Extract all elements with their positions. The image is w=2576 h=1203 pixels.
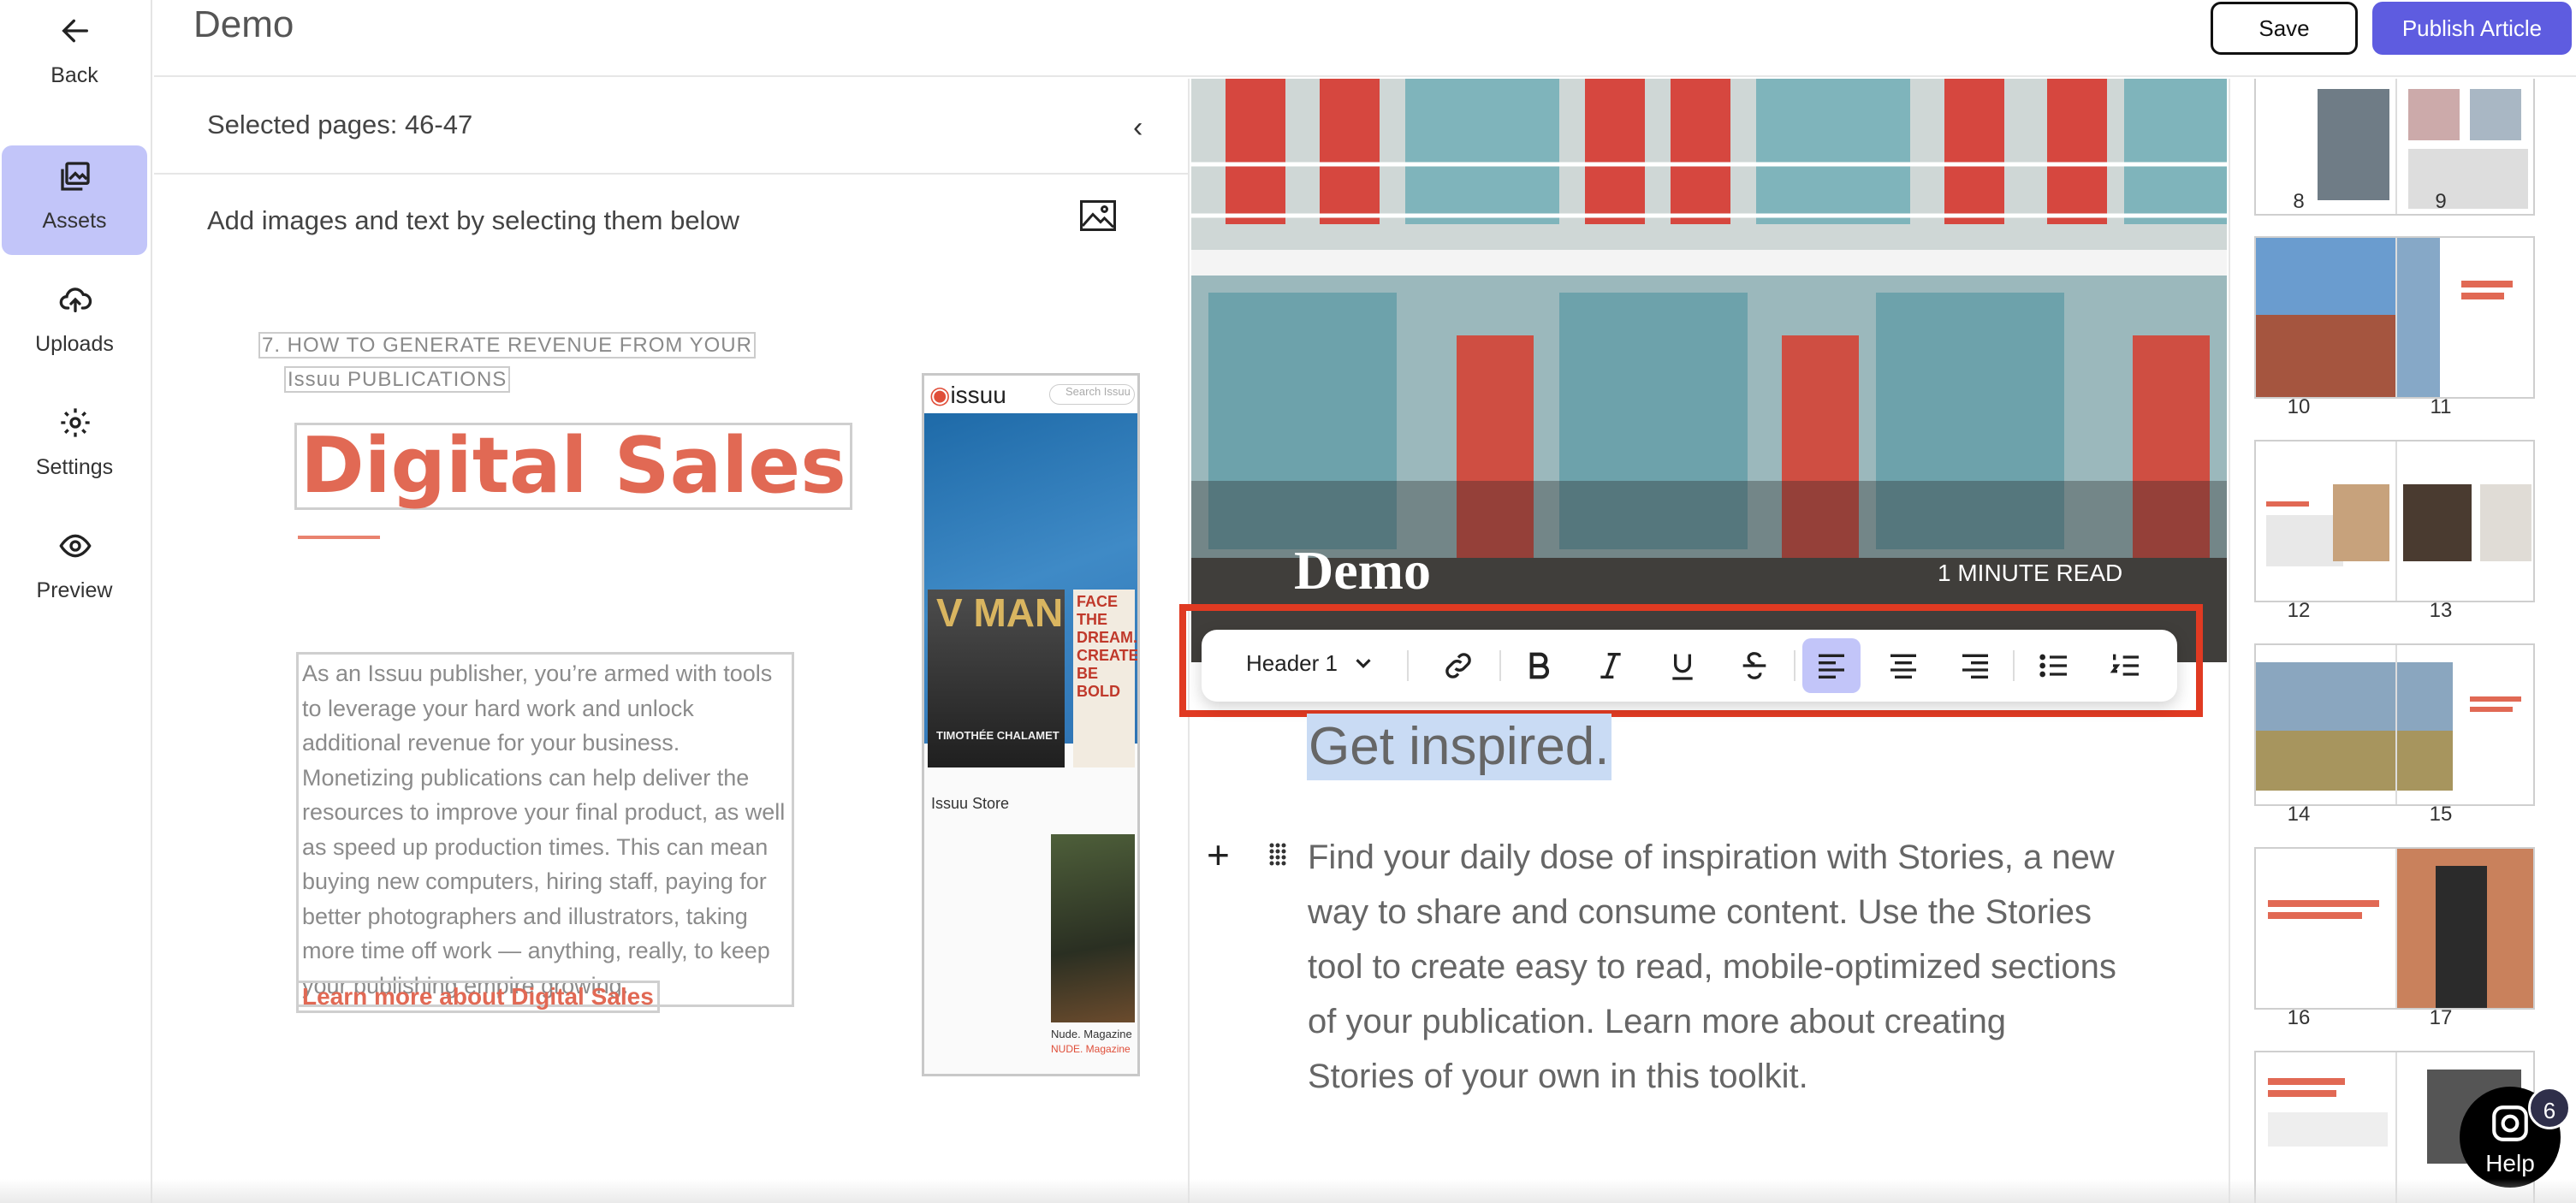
- image-icon[interactable]: [1080, 200, 1116, 231]
- bold-icon: [1529, 652, 1550, 679]
- arrow-left-icon: [62, 19, 89, 43]
- selected-pages-label: Selected pages: 46-47: [207, 110, 473, 139]
- underline-icon: [1672, 654, 1693, 680]
- magazine-cover-vman: V MAN TIMOTHÉE CHALAMET: [928, 590, 1065, 767]
- magazine-label: Nude. Magazine: [1051, 1028, 1132, 1040]
- page-number: 11: [2430, 395, 2452, 418]
- add-block-button[interactable]: +: [1207, 835, 1230, 874]
- strikethrough-icon: [1742, 652, 1766, 679]
- drag-handle-icon[interactable]: [1268, 842, 1287, 868]
- title-divider: [298, 536, 380, 539]
- phone-topbar: ◉issuu Search Issuu: [924, 376, 1137, 413]
- story-paragraph[interactable]: Find your daily dose of inspiration with…: [1308, 830, 2121, 1104]
- page-number: 10: [2287, 395, 2311, 418]
- page-number: 8: [2293, 190, 2305, 213]
- toolbar-divider: [1794, 650, 1795, 681]
- toolbar-divider: [2013, 650, 2015, 681]
- thumbnail-spread-14-15[interactable]: [2254, 643, 2535, 806]
- help-icon: [2492, 1105, 2528, 1141]
- publish-article-button[interactable]: Publish Article: [2372, 2, 2572, 55]
- page-heading[interactable]: 7. HOW TO GENERATE REVENUE FROM YOUR Iss…: [258, 329, 756, 397]
- nav-item-uploads[interactable]: Uploads: [2, 269, 147, 378]
- assets-hint: Add images and text by selecting them be…: [207, 205, 740, 235]
- nav-item-assets[interactable]: Assets: [2, 145, 147, 255]
- save-button[interactable]: Save: [2211, 2, 2358, 55]
- block-type-select[interactable]: Header 1: [1246, 650, 1338, 677]
- help-badge: 6: [2528, 1087, 2571, 1129]
- thumbnail-spread-10-11[interactable]: [2254, 236, 2535, 399]
- strikethrough-button[interactable]: [1725, 638, 1784, 693]
- align-center-icon: [1890, 654, 1916, 679]
- align-left-icon: [1819, 654, 1844, 679]
- italic-button[interactable]: [1582, 638, 1640, 693]
- toolbar-divider: [1407, 650, 1409, 681]
- images-icon: [61, 162, 90, 191]
- eye-icon: [59, 534, 92, 558]
- page-number: 12: [2287, 599, 2311, 622]
- learn-more-link[interactable]: Learn more about Digital Sales: [296, 981, 660, 1013]
- link-icon: [1445, 653, 1471, 679]
- bullet-list-button[interactable]: [2025, 638, 2083, 693]
- link-button[interactable]: [1429, 638, 1487, 693]
- assets-label: Assets: [42, 209, 107, 233]
- page-number: 14: [2287, 803, 2311, 826]
- magazine-cover-nude: [1051, 834, 1135, 1022]
- magazine-sublabel: NUDE. Magazine: [1051, 1043, 1131, 1055]
- underline-button[interactable]: [1653, 638, 1712, 693]
- phone-search: Search Issuu: [1049, 384, 1135, 405]
- page-number: 13: [2429, 599, 2453, 622]
- page-thumbnails: 8 9 10 11 12 13 14 15 16 17: [2229, 79, 2576, 1203]
- page-number: 9: [2435, 190, 2447, 213]
- store-label: Issuu Store: [931, 795, 1010, 812]
- preview-label: Preview: [36, 578, 113, 602]
- page-title: Demo: [193, 3, 294, 45]
- nav-item-preview[interactable]: Preview: [2, 515, 147, 625]
- page-heading-line2: Issuu PUBLICATIONS: [284, 366, 511, 393]
- back-label: Back: [50, 63, 98, 87]
- page-heading-line1: 7. HOW TO GENERATE REVENUE FROM YOUR: [258, 332, 756, 359]
- settings-label: Settings: [35, 455, 114, 479]
- cloud-upload-icon: [59, 287, 92, 312]
- align-left-button[interactable]: [1802, 638, 1861, 693]
- digital-sales-body[interactable]: As an Issuu publisher, you’re armed with…: [296, 652, 794, 1007]
- top-header: Demo Save Publish Article: [154, 0, 2576, 77]
- bottom-shadow: [0, 1179, 2576, 1203]
- left-nav: Back Assets Uploads Settings Preview: [0, 0, 152, 1203]
- thumbnail-spread-12-13[interactable]: [2254, 440, 2535, 602]
- italic-icon: [1600, 653, 1621, 679]
- magazine-cover-face: FACE THE DREAM. CREATE. BE BOLD: [1073, 590, 1137, 767]
- formatting-toolbar: Header 1: [1202, 630, 2177, 702]
- bold-button[interactable]: [1510, 638, 1568, 693]
- page-number: 16: [2287, 1006, 2311, 1029]
- app-window: Back Assets Uploads Settings Preview Dem…: [0, 0, 2576, 1203]
- toolbar-divider: [1499, 650, 1501, 681]
- issuu-store-image[interactable]: ◉issuu Search Issuu V MAN TIMOTHÉE CHALA…: [922, 373, 1140, 1076]
- story-heading[interactable]: Get inspired.: [1307, 714, 1611, 780]
- chevron-down-icon[interactable]: [1350, 650, 1376, 676]
- chevron-left-icon[interactable]: ‹: [1133, 111, 1143, 145]
- align-right-icon: [1962, 654, 1988, 679]
- page-number: 17: [2429, 1006, 2453, 1029]
- thumbnail-spread-16-17[interactable]: [2254, 847, 2535, 1010]
- assets-panel: Selected pages: 46-47 ‹ Add images and t…: [154, 79, 1190, 1203]
- nav-item-settings[interactable]: Settings: [2, 392, 147, 501]
- digital-sales-title[interactable]: Digital Sales: [294, 423, 852, 510]
- selected-pages-row[interactable]: Selected pages: 46-47 ‹: [154, 79, 1190, 175]
- help-label: Help: [2485, 1150, 2535, 1176]
- back-button[interactable]: Back: [2, 0, 147, 110]
- issuu-logo: ◉issuu: [929, 382, 1006, 408]
- page-number: 15: [2429, 803, 2453, 826]
- uploads-label: Uploads: [35, 332, 114, 356]
- read-time: 1 MINUTE READ: [1938, 560, 2123, 586]
- numbered-list-button[interactable]: [2097, 638, 2155, 693]
- align-right-button[interactable]: [1946, 638, 2004, 693]
- numbered-list-icon: [2110, 654, 2139, 676]
- bullet-list-icon: [2039, 654, 2067, 678]
- hero-image[interactable]: Demo 1 MINUTE READ: [1191, 79, 2227, 662]
- hero-title[interactable]: Demo: [1294, 539, 1431, 602]
- align-center-button[interactable]: [1874, 638, 1932, 693]
- gear-icon: [61, 408, 90, 437]
